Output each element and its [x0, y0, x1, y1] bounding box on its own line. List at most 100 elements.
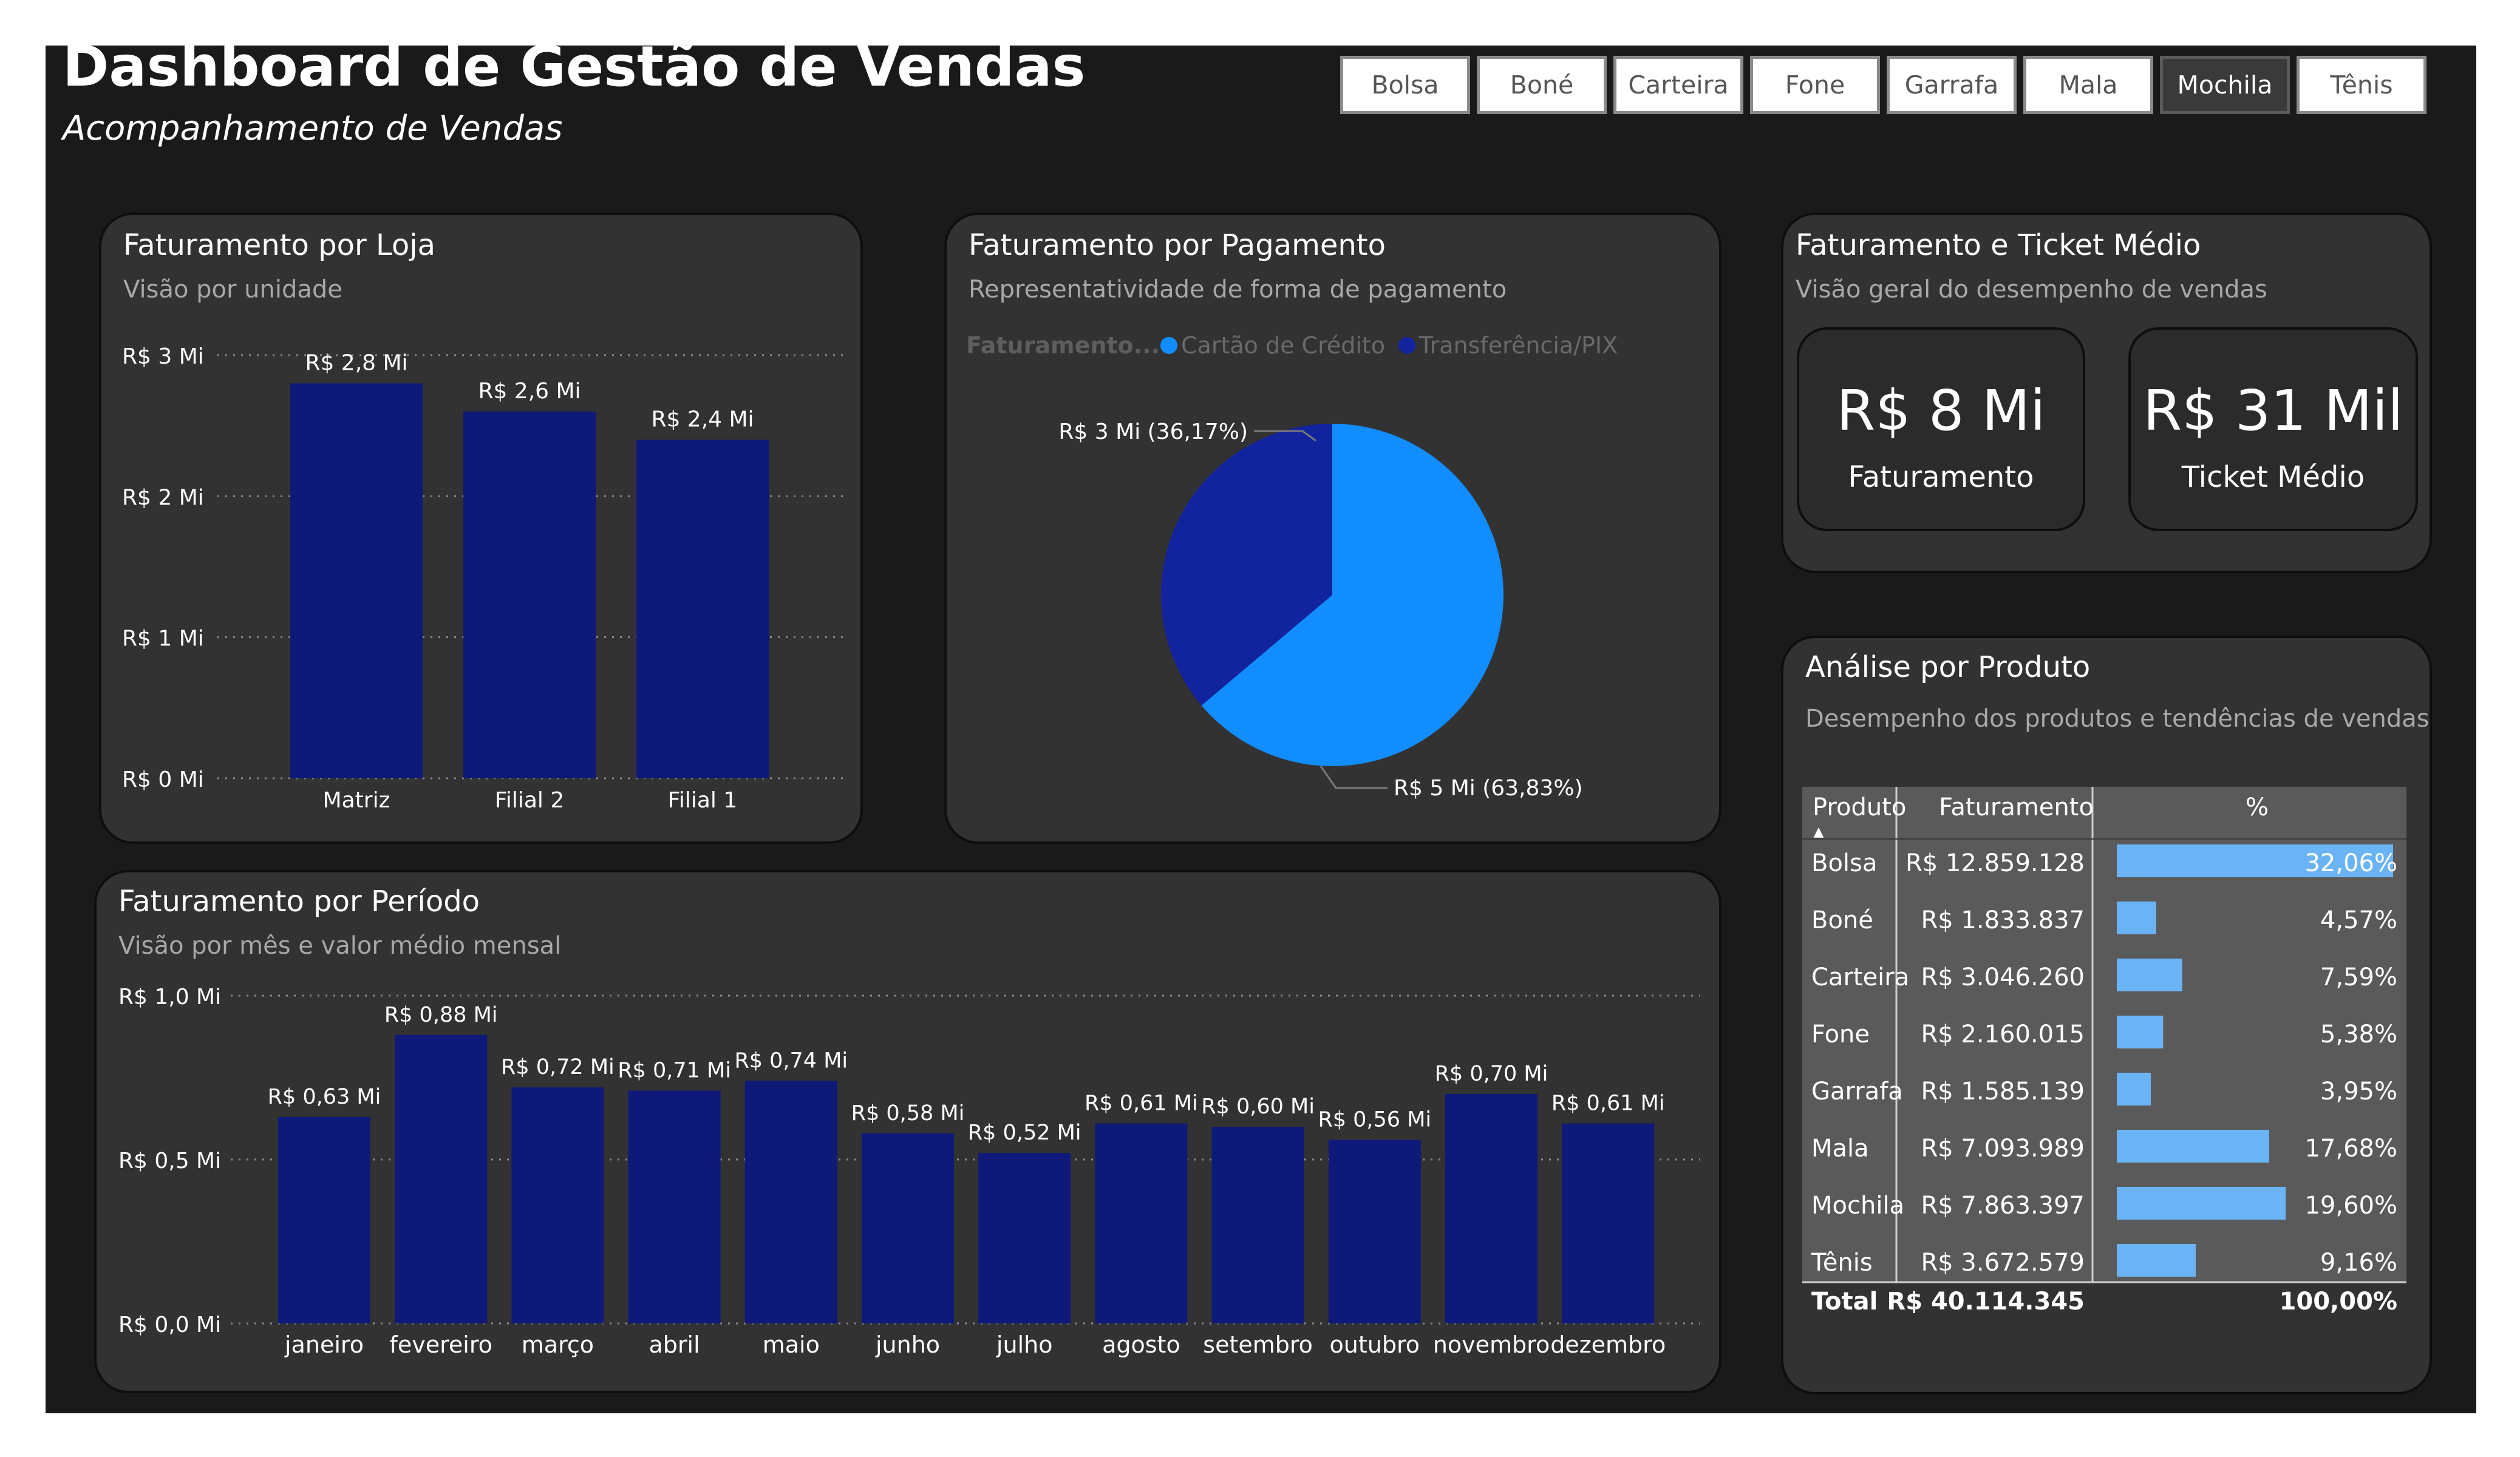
slicer-item-4[interactable]: Garrafa	[1887, 56, 2017, 114]
x-tick-label: março	[522, 1331, 594, 1358]
data-bar	[2117, 959, 2182, 991]
ticket-label: Ticket Médio	[2181, 460, 2365, 494]
table-cell-pct: 17,68%	[2304, 1135, 2397, 1163]
slicer-item-3[interactable]: Fone	[1750, 56, 1880, 114]
faturamento-value: R$ 8 Mi	[1836, 378, 2046, 443]
table-cell-pct: 4,57%	[2320, 906, 2397, 934]
bar-Filial 1[interactable]	[636, 440, 769, 778]
column-header-pct[interactable]: %	[2246, 793, 2269, 821]
bar-novembro[interactable]	[1445, 1094, 1538, 1323]
x-tick-label: agosto	[1102, 1331, 1180, 1358]
sort-indicator-icon[interactable]: ▲	[1814, 824, 1824, 840]
bar-julho[interactable]	[978, 1153, 1071, 1323]
table-cell-pct: 9,16%	[2320, 1249, 2397, 1277]
payment-pie-chart: Faturamento... Cartão de Crédito Transferê…	[966, 332, 1618, 801]
store-bar-chart: R$ 0 Mi R$ 1 Mi R$ 2 Mi R$ 3 Mi R$ 2,8 Mi Mat…	[122, 344, 845, 813]
table-cell-faturamento: R$ 7.093.989	[1921, 1135, 2085, 1163]
data-label: R$ 0,61 Mi	[1551, 1092, 1665, 1116]
data-label: R$ 0,72 Mi	[501, 1055, 615, 1079]
slicer-item-0[interactable]: Bolsa	[1340, 56, 1470, 114]
legend-title: Faturamento...	[966, 332, 1160, 359]
bar-janeiro[interactable]	[278, 1116, 370, 1323]
y-tick-label: R$ 0 Mi	[122, 767, 204, 792]
total-pct: 100,00%	[2280, 1288, 2397, 1316]
ticket-value: R$ 31 Mil	[2143, 378, 2403, 443]
x-tick-label: Filial 1	[668, 788, 738, 813]
y-tick-label: R$ 3 Mi	[122, 344, 204, 369]
data-bar	[2117, 1016, 2164, 1048]
period-bar-chart: R$ 0,0 Mi R$ 0,5 Mi R$ 1,0 Mi R$ 0,63 Mi jan…	[118, 985, 1700, 1358]
bar-setembro[interactable]	[1211, 1127, 1304, 1323]
x-tick-label: maio	[763, 1331, 820, 1358]
slicer-item-6[interactable]: Mochila	[2160, 56, 2290, 114]
table-cell-produto: Boné	[1811, 906, 1873, 934]
data-label: R$ 2,6 Mi	[478, 379, 581, 404]
column-header-faturamento[interactable]: Faturamento	[1939, 793, 2094, 821]
total-faturamento: R$ 40.114.345	[1887, 1288, 2085, 1316]
legend-item[interactable]: Transferência/PIX	[1418, 332, 1618, 359]
data-bar	[2117, 1244, 2196, 1277]
table-cell-faturamento: R$ 1.585.139	[1921, 1078, 2085, 1105]
slicer-item-5[interactable]: Mala	[2023, 56, 2153, 114]
bar-Matriz[interactable]	[290, 383, 423, 778]
data-bar	[2117, 902, 2156, 934]
data-label: R$ 0,70 Mi	[1435, 1062, 1548, 1086]
data-label: R$ 0,74 Mi	[734, 1048, 848, 1073]
x-tick-label: janeiro	[284, 1331, 364, 1358]
faturamento-label: Faturamento	[1848, 460, 2034, 494]
page-title: Dashboard de Gestão de Vendas	[63, 34, 1086, 99]
bar-dezembro[interactable]	[1562, 1123, 1655, 1323]
x-tick-label: junho	[875, 1331, 940, 1358]
table-cell-pct: 19,60%	[2304, 1192, 2397, 1220]
y-tick-label: R$ 0,5 Mi	[118, 1149, 221, 1173]
table-cell-faturamento: R$ 12.859.128	[1905, 849, 2085, 877]
data-label: R$ 0,71 Mi	[618, 1059, 731, 1083]
leader-line	[1320, 766, 1388, 789]
slicer-item-7[interactable]: Tênis	[2297, 56, 2426, 114]
x-tick-label: Filial 2	[495, 788, 565, 813]
table-cell-produto: Mochila	[1811, 1192, 1904, 1220]
table-cell-pct: 7,59%	[2320, 963, 2397, 991]
data-label: R$ 0,61 Mi	[1085, 1092, 1198, 1116]
faturamento-kpi: R$ 8 Mi Faturamento	[1797, 327, 2085, 531]
y-tick-label: R$ 0,0 Mi	[118, 1313, 221, 1337]
table-cell-produto: Mala	[1811, 1135, 1869, 1163]
bar-junho[interactable]	[862, 1133, 954, 1323]
bar-abril[interactable]	[628, 1090, 721, 1323]
y-tick-label: R$ 1,0 Mi	[118, 985, 221, 1010]
kpi-card-subtitle: Visão geral do desempenho de vendas	[1796, 276, 2267, 304]
table-cell-produto: Carteira	[1811, 963, 1909, 991]
slicer-item-1[interactable]: Boné	[1477, 56, 1607, 114]
y-tick-label: R$ 1 Mi	[122, 627, 204, 651]
x-tick-label: julho	[996, 1331, 1053, 1358]
bar-maio[interactable]	[744, 1081, 837, 1323]
table-cell-pct: 32,06%	[2304, 849, 2397, 877]
column-header-produto[interactable]: Produto	[1813, 793, 1906, 821]
x-tick-label: dezembro	[1550, 1331, 1666, 1358]
bar-outubro[interactable]	[1328, 1139, 1421, 1323]
bar-fevereiro[interactable]	[395, 1034, 488, 1323]
x-tick-label: fevereiro	[390, 1331, 492, 1358]
table-cell-faturamento: R$ 3.046.260	[1921, 963, 2085, 991]
slicer-item-2[interactable]: Carteira	[1613, 56, 1743, 114]
product-table: Produto Faturamento % ▲ Bolsa R$ 12.859.128 32…	[1802, 787, 2406, 1318]
data-label: R$ 2,4 Mi	[651, 407, 754, 432]
table-cell-produto: Garrafa	[1811, 1078, 1903, 1105]
bar-Filial 2[interactable]	[463, 411, 596, 778]
page-subtitle: Acompanhamento de Vendas	[63, 109, 563, 148]
data-bar	[2117, 1073, 2151, 1105]
bar-agosto[interactable]	[1095, 1123, 1188, 1323]
legend-item[interactable]: Cartão de Crédito	[1181, 332, 1385, 359]
data-label: R$ 0,88 Mi	[384, 1003, 498, 1027]
data-label: R$ 0,56 Mi	[1318, 1108, 1431, 1132]
data-label: R$ 0,60 Mi	[1201, 1095, 1315, 1119]
table-cell-pct: 3,95%	[2320, 1078, 2397, 1105]
x-tick-label: setembro	[1203, 1331, 1313, 1358]
table-cell-pct: 5,38%	[2320, 1021, 2397, 1048]
data-label: R$ 0,52 Mi	[968, 1121, 1081, 1145]
bar-março[interactable]	[511, 1087, 604, 1323]
table-cell-produto: Fone	[1811, 1021, 1870, 1048]
x-tick-label: abril	[649, 1331, 700, 1358]
x-tick-label: novembro	[1433, 1331, 1550, 1358]
y-tick-label: R$ 2 Mi	[122, 485, 204, 510]
